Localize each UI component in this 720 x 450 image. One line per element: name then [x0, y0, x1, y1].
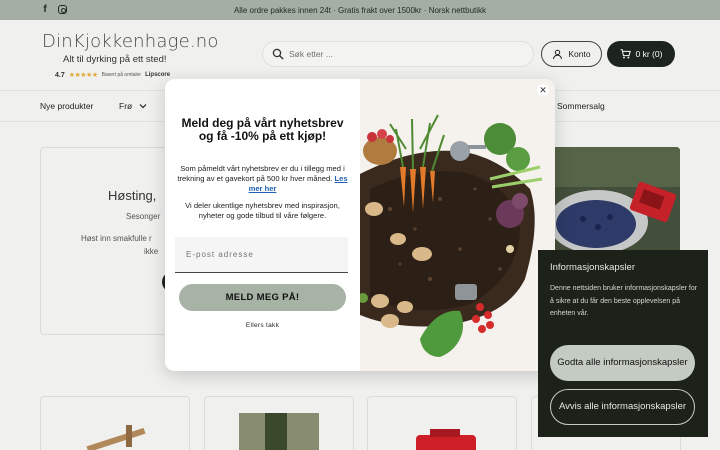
email-field[interactable] — [175, 237, 348, 273]
close-icon[interactable]: ✕ — [537, 84, 549, 96]
newsletter-image — [360, 79, 555, 371]
newsletter-description: Som påmeldt vårt nyhetsbrev er du i till… — [177, 164, 348, 194]
cookie-consent-panel: Informasjonskapsler Denne nettsiden bruk… — [538, 250, 708, 437]
newsletter-title: Meld deg på vårt nyhetsbrev og få -10% p… — [181, 116, 344, 143]
reject-cookies-button[interactable]: Avvis alle informasjonskapsler — [550, 389, 695, 425]
accept-cookies-button[interactable]: Godta alle informasjonskapsler — [550, 345, 695, 381]
newsletter-description-2: Vi deler ukentlige nyhetsbrev med inspir… — [185, 201, 340, 220]
subscribe-button[interactable]: MELD MEG PÅ! — [179, 284, 346, 311]
cookie-text: Denne nettsiden bruker informasjonskapsl… — [550, 285, 698, 317]
cookie-title: Informasjonskapsler — [550, 262, 636, 273]
newsletter-form-panel: Meld deg på vårt nyhetsbrev og få -10% p… — [165, 79, 360, 371]
dismiss-link[interactable]: Ellers takk — [165, 322, 360, 329]
newsletter-modal: Meld deg på vårt nyhetsbrev og få -10% p… — [165, 79, 555, 371]
newsletter-description-text: Som påmeldt vårt nyhetsbrev er du i till… — [177, 164, 345, 183]
